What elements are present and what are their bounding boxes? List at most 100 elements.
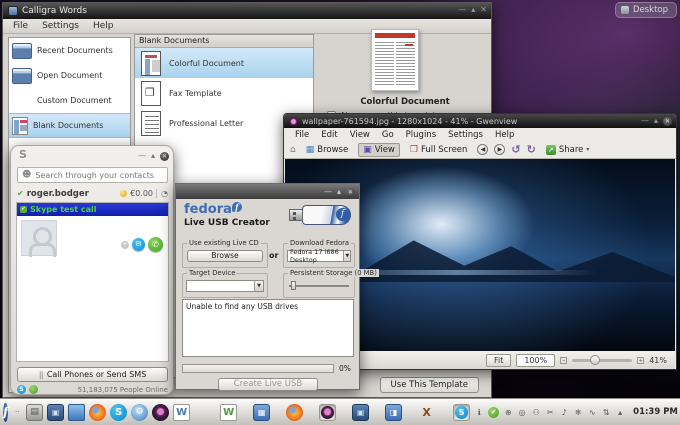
desktop-toolbox-label: Desktop (633, 5, 668, 15)
maximize-icon[interactable]: ▴ (151, 150, 155, 162)
skype-task-button[interactable]: S (453, 404, 470, 421)
close-icon[interactable]: ✕ (663, 117, 672, 126)
menu-file[interactable]: File (7, 20, 34, 32)
folder-launcher[interactable] (68, 404, 85, 421)
konqueror-launcher[interactable]: ⚙ (131, 404, 148, 421)
call-phones-button[interactable]: ⣿ Call Phones or Send SMS (17, 367, 168, 382)
activities-icon[interactable]: ⚇ (531, 408, 541, 417)
system-task-button[interactable]: ◨ (385, 404, 402, 421)
create-live-usb-button[interactable]: Create Live USB (218, 378, 318, 391)
zoom-slider-knob[interactable] (590, 355, 600, 365)
skype-launcher[interactable]: S (110, 404, 127, 421)
zoom-fit-button[interactable]: Fit (486, 354, 511, 367)
liveusb-task-button[interactable]: ▦ (253, 404, 270, 421)
fullscreen-button[interactable]: ❒ Full Screen (406, 144, 472, 156)
fedora-menu-button[interactable]: f (3, 403, 8, 422)
template-item-colorful-document[interactable]: Colorful Document (135, 48, 313, 78)
gwenview-launcher[interactable] (152, 404, 169, 421)
menu-edit[interactable]: Edit (316, 130, 342, 140)
network-icon[interactable]: ⇅ (601, 408, 611, 417)
minimize-icon[interactable]: — (641, 115, 649, 127)
chat-icon[interactable]: ✉ (132, 238, 145, 251)
share-button[interactable]: ↗ Share ▾ (542, 144, 594, 156)
updates-icon[interactable]: ✔ (488, 407, 499, 418)
firefox-task-button[interactable] (286, 404, 303, 421)
zoom-in-icon[interactable]: + (637, 357, 644, 364)
calligra-titlebar[interactable]: Calligra Words — ▴ ✕ (3, 3, 491, 19)
contact-row-selected[interactable]: ✔ Skype test call (17, 203, 168, 216)
desktop-display-launcher[interactable]: ▣ (47, 404, 64, 421)
zoom-out-icon[interactable]: − (560, 357, 567, 364)
storage-slider[interactable] (289, 285, 349, 287)
volume-icon[interactable]: ♪ (559, 408, 569, 417)
gwenview-titlebar[interactable]: wallpaper-761594.jpg - 1280x1024 - 41% -… (284, 114, 676, 128)
menu-plugins[interactable]: Plugins (401, 130, 441, 140)
account-row[interactable]: ✔ roger.bodger €0.00 ◔ (17, 187, 168, 200)
tray-expand-icon[interactable]: ▴ (615, 408, 625, 417)
xterm-task-button[interactable]: X (418, 404, 435, 421)
display-task-button[interactable]: ▣ (352, 404, 369, 421)
sidebar-item-blank-documents[interactable]: Blank Documents (9, 113, 130, 138)
maximize-icon[interactable]: ▴ (471, 4, 475, 16)
previous-image-icon[interactable]: ◀ (477, 144, 488, 155)
device-notifier-icon[interactable]: ◎ (517, 408, 527, 417)
taskbar-clock[interactable]: 01:39 PM (633, 407, 678, 417)
network-globe-icon[interactable]: ⊕ (503, 408, 513, 417)
klipper-icon[interactable]: ✂ (545, 408, 555, 417)
sidebar-item-custom-document[interactable]: Custom Document (9, 88, 130, 113)
sidebar-item-open-document[interactable]: Open Document (9, 63, 130, 88)
download-select[interactable]: Fedora 17 i686 Desktop ▼ (287, 250, 351, 262)
minimize-icon[interactable]: — (458, 4, 466, 16)
sidebar-item-recent-documents[interactable]: Recent Documents (9, 38, 130, 63)
maximize-icon[interactable]: ▴ (654, 115, 658, 127)
menu-settings[interactable]: Settings (443, 130, 488, 140)
panel-dots-icon[interactable]: ·· (12, 404, 22, 421)
words-launcher[interactable]: W (173, 404, 190, 421)
thumbnail-text-column (375, 42, 394, 86)
skype-titlebar[interactable]: S — ▴ ✕ (11, 146, 173, 163)
file-drawer-launcher[interactable]: ▤ (26, 404, 43, 421)
search-input[interactable] (35, 171, 155, 180)
bluetooth-icon[interactable]: ❄ (573, 408, 583, 417)
liveusb-titlebar[interactable]: — ▴ ✕ (176, 184, 359, 199)
add-contact-icon[interactable]: + (121, 241, 129, 249)
info-icon[interactable]: ℹ (474, 408, 484, 417)
contact-status-icon: ✔ (20, 206, 27, 213)
log-output[interactable]: Unable to find any USB drives (182, 299, 354, 357)
storage-slider-knob[interactable] (291, 281, 296, 290)
history-clock-icon[interactable]: ◔ (156, 189, 168, 198)
rotate-left-icon[interactable]: ↺ (511, 143, 520, 156)
contact-search-box[interactable]: ☻ (17, 167, 168, 183)
menu-settings[interactable]: Settings (36, 20, 85, 32)
rotate-right-icon[interactable]: ↻ (527, 143, 536, 156)
maximize-icon[interactable]: ▴ (337, 186, 341, 198)
zoom-slider[interactable] (572, 359, 632, 362)
menu-file[interactable]: File (290, 130, 314, 140)
close-icon[interactable]: ✕ (480, 4, 487, 16)
target-device-select[interactable]: ▼ (186, 280, 264, 292)
desktop-toolbox[interactable]: Desktop (615, 2, 677, 18)
contact-list: ✔ Skype test call + ✉ ✆ (16, 202, 169, 362)
gwenview-task-button[interactable] (319, 404, 336, 421)
firefox-launcher[interactable] (89, 404, 106, 421)
browse-button[interactable]: Browse (187, 250, 263, 262)
close-icon[interactable]: ✕ (346, 188, 355, 197)
view-button[interactable]: ▣ View (358, 143, 400, 157)
menu-help[interactable]: Help (87, 20, 120, 32)
zoom-100-button[interactable]: 100% (516, 354, 555, 367)
template-item-fax-template[interactable]: Fax Template (135, 78, 313, 108)
menu-go[interactable]: Go (377, 130, 399, 140)
call-icon[interactable]: ✆ (148, 237, 163, 252)
usb-plug (289, 209, 303, 221)
home-icon[interactable]: ⌂ (290, 145, 296, 155)
minimize-icon[interactable]: — (324, 186, 332, 198)
words-task-button[interactable]: W (220, 404, 237, 421)
close-icon[interactable]: ✕ (160, 152, 169, 161)
browse-button[interactable]: ▦ Browse (302, 144, 352, 156)
use-this-template-button[interactable]: Use This Template (380, 377, 479, 393)
next-image-icon[interactable]: ▶ (494, 144, 505, 155)
menu-view[interactable]: View (345, 130, 375, 140)
minimize-icon[interactable]: — (138, 150, 146, 162)
wifi-icon[interactable]: ∿ (587, 408, 597, 417)
menu-help[interactable]: Help (490, 130, 519, 140)
